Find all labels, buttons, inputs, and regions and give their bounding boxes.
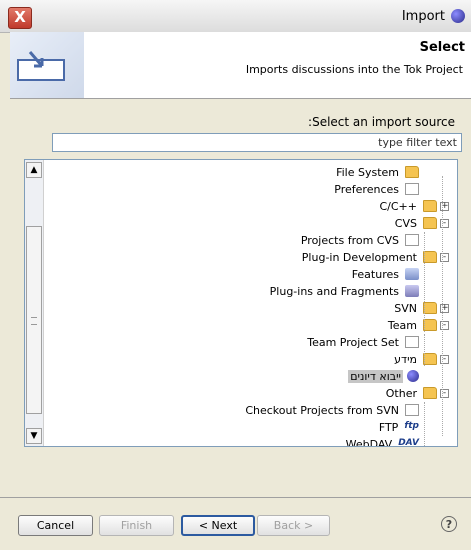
back-button[interactable]: Back > (257, 515, 330, 536)
tree-item[interactable]: Checkout Projects from SVN (243, 402, 419, 418)
tree-item-label: File System (336, 165, 399, 179)
tree-item-label: Team Project Set (307, 335, 399, 349)
cancel-button[interactable]: Cancel (18, 515, 93, 536)
tree-item[interactable]: SVN (392, 300, 437, 316)
folder-icon (405, 166, 419, 178)
tree-item-label: Features (351, 267, 399, 281)
plugins-icon (405, 285, 419, 297)
tree-item-label: ייבוא דיונים (348, 369, 403, 383)
preferences-icon (405, 183, 419, 195)
folder-icon (423, 251, 437, 263)
tree-item[interactable]: WebDAV DAV (344, 436, 419, 447)
tree-item-label: Plug-in Development (301, 250, 417, 264)
import-source-label: Select an import source: (308, 115, 455, 129)
tree-item[interactable]: Projects from CVS (299, 232, 419, 248)
page-title: Select (419, 40, 465, 55)
eclipse-icon (451, 9, 465, 23)
next-button[interactable]: < Next (181, 515, 255, 536)
close-button[interactable]: X (8, 7, 32, 29)
folder-icon (423, 217, 437, 229)
tree-item[interactable]: מידע (392, 351, 437, 367)
finish-button[interactable]: Finish (99, 515, 174, 536)
button-bar-separator (0, 497, 471, 498)
tree-item[interactable]: ייבוא דיונים (348, 368, 419, 384)
features-icon (405, 268, 419, 280)
folder-icon (423, 319, 437, 331)
page-description: Imports discussions into the Tok Project (245, 63, 463, 76)
scroll-down-button[interactable]: ▼ (26, 428, 42, 444)
import-wizard-banner (10, 32, 84, 98)
tree-item-label: מידע (394, 352, 417, 366)
ftp-icon: ftp (404, 421, 419, 431)
tree-item-label: CVS (394, 216, 417, 230)
import-icon (17, 51, 65, 81)
tree-item-label: WebDAV (345, 437, 393, 447)
tree-item[interactable]: Features (350, 266, 419, 282)
tree-item[interactable]: Plug-in Development (300, 249, 437, 265)
folder-icon (423, 387, 437, 399)
vertical-scrollbar[interactable]: ▲ ▼ (25, 160, 44, 446)
tree-item[interactable]: Team (386, 317, 437, 333)
import-source-tree[interactable]: ▲ ▼ File System Preferences C/C++ + CVS - Proj… (24, 159, 458, 447)
wizard-header: Select Imports discussions into the Tok … (10, 32, 471, 99)
tree-item[interactable]: Plug-ins and Fragments (268, 283, 419, 299)
tree-item[interactable]: Preferences (332, 181, 419, 197)
folder-icon (423, 353, 437, 365)
tree-connector (424, 402, 425, 446)
window-title: Import (401, 9, 445, 24)
title-bar: X Import (0, 0, 471, 33)
tree-item[interactable]: CVS (393, 215, 437, 231)
tree-connector (442, 176, 443, 436)
tok-icon (407, 370, 419, 382)
tree-connector (424, 232, 425, 332)
tree-item-label: FTP (378, 420, 399, 434)
tree-item-label: Projects from CVS (300, 233, 399, 247)
wizard-content: Select an import source: ▲ ▼ File System… (10, 99, 471, 539)
tree-item[interactable]: C/C++ (377, 198, 437, 214)
svn-icon (405, 404, 419, 416)
tree-item-label: Plug-ins and Fragments (269, 284, 399, 298)
folder-icon (423, 302, 437, 314)
webdav-icon: DAV (398, 438, 419, 447)
tree-item[interactable]: Team Project Set (305, 334, 419, 350)
tree-item[interactable]: Other (384, 385, 437, 401)
tree-item-label: C/C++ (379, 199, 417, 213)
tree-connector (424, 334, 425, 366)
tree-item[interactable]: FTP ftp (377, 419, 419, 435)
cvs-icon (405, 234, 419, 246)
folder-icon (423, 200, 437, 212)
tree-item-label: SVN (394, 301, 417, 315)
team-set-icon (405, 336, 419, 348)
filter-input[interactable] (52, 133, 462, 152)
tree-item-label: Preferences (334, 182, 399, 196)
help-button[interactable]: ? (441, 516, 457, 532)
tree-item-label: Team (387, 318, 417, 332)
tree-item-label: Checkout Projects from SVN (245, 403, 399, 417)
scroll-thumb[interactable] (26, 226, 42, 414)
scroll-up-button[interactable]: ▲ (26, 162, 42, 178)
tree-item[interactable]: File System (334, 164, 419, 180)
tree-item-label: Other (385, 386, 417, 400)
